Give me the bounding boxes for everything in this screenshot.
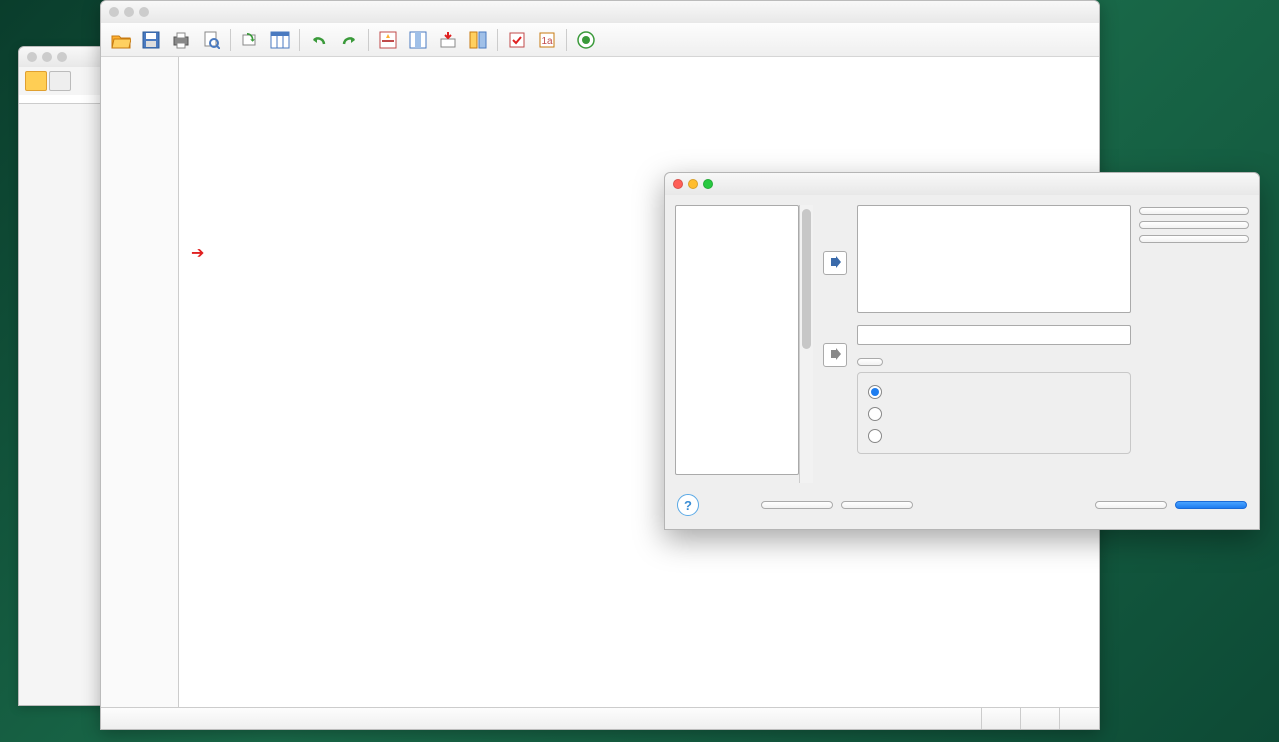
- print-preview-icon[interactable]: [197, 27, 225, 53]
- bayesian-dialog: ?: [664, 172, 1260, 530]
- minimize-icon[interactable]: [688, 179, 698, 189]
- bayesian-analysis-group: [857, 372, 1131, 454]
- test-variables-listbox[interactable]: [857, 205, 1131, 313]
- undo-icon[interactable]: [305, 27, 333, 53]
- dialog-titlebar[interactable]: [665, 173, 1259, 195]
- run-icon[interactable]: [572, 27, 600, 53]
- split-icon[interactable]: [464, 27, 492, 53]
- statusbar: [101, 707, 1099, 729]
- dialog-footer: ?: [665, 489, 1259, 529]
- viewer-titlebar: [101, 1, 1099, 23]
- goto-data-icon[interactable]: [266, 27, 294, 53]
- redo-icon[interactable]: [335, 27, 363, 53]
- radio-icon: [868, 407, 882, 421]
- bayes-factor-button[interactable]: [1139, 235, 1249, 243]
- open-icon[interactable]: [107, 27, 135, 53]
- zoom-icon[interactable]: [703, 179, 713, 189]
- recall-dialog-icon[interactable]: [236, 27, 264, 53]
- status-processor: [981, 708, 1002, 729]
- reset-button[interactable]: [761, 501, 833, 509]
- move-to-test-button[interactable]: [823, 251, 847, 275]
- radio-bayes-factor[interactable]: [868, 403, 1120, 425]
- move-to-grouping-button[interactable]: [823, 343, 847, 367]
- priors-button[interactable]: [1139, 221, 1249, 229]
- select-cases-icon[interactable]: [503, 27, 531, 53]
- close-icon[interactable]: [673, 179, 683, 189]
- open-folder-icon[interactable]: [25, 71, 47, 91]
- toolbar-icon[interactable]: [49, 71, 71, 91]
- variables-scrollbar[interactable]: [799, 205, 813, 483]
- cancel-button[interactable]: [1095, 501, 1167, 509]
- save-icon[interactable]: [137, 27, 165, 53]
- current-output-arrow-icon: ➔: [191, 243, 204, 263]
- print-icon[interactable]: [167, 27, 195, 53]
- grouping-variable-field[interactable]: [857, 325, 1131, 345]
- help-icon[interactable]: ?: [677, 494, 699, 516]
- value-labels-icon[interactable]: 1a: [533, 27, 561, 53]
- radio-posterior[interactable]: [868, 381, 1120, 403]
- ok-button[interactable]: [1175, 501, 1247, 509]
- radio-icon: [868, 385, 882, 399]
- svg-text:1a: 1a: [541, 36, 553, 47]
- goto-case-icon[interactable]: [374, 27, 402, 53]
- status-unicode: [1020, 708, 1041, 729]
- criteria-button[interactable]: [1139, 207, 1249, 215]
- output-outline[interactable]: [101, 57, 179, 707]
- radio-icon: [868, 429, 882, 443]
- radio-both[interactable]: [868, 425, 1120, 447]
- insert-icon[interactable]: [434, 27, 462, 53]
- viewer-toolbar: 1a: [101, 23, 1099, 57]
- goto-variable-icon[interactable]: [404, 27, 432, 53]
- define-groups-button[interactable]: [857, 358, 883, 366]
- paste-button[interactable]: [841, 501, 913, 509]
- variables-listbox[interactable]: [675, 205, 799, 475]
